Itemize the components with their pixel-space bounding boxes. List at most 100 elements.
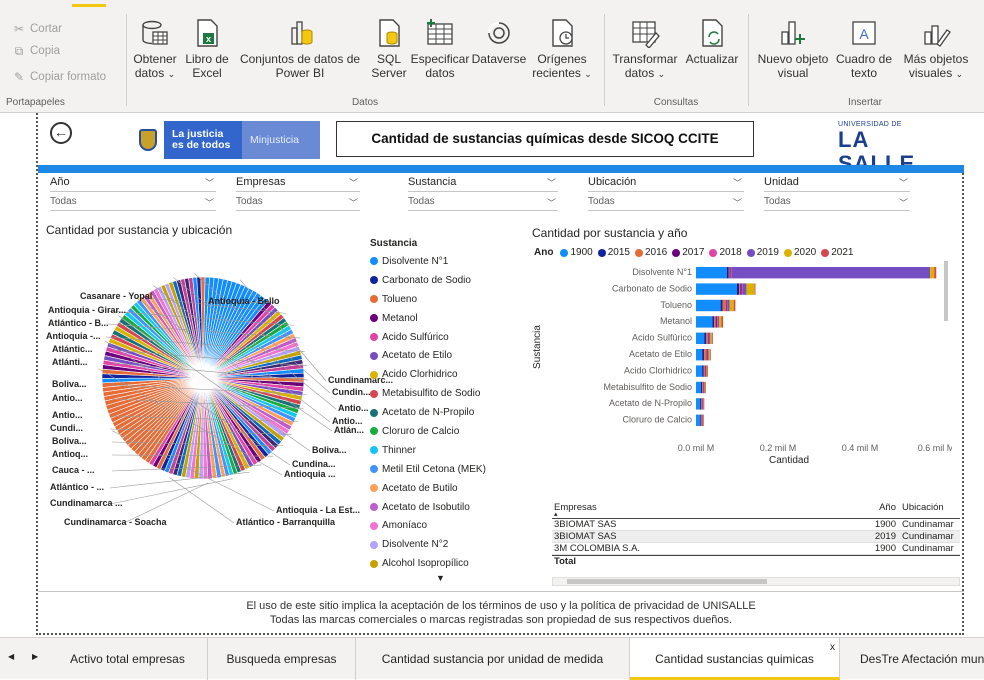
bar-segment[interactable] (709, 349, 711, 361)
bar-segment[interactable] (728, 267, 730, 279)
dataverse-button[interactable]: Dataverse (470, 18, 528, 66)
bar-segment[interactable] (720, 299, 723, 312)
bar-segment[interactable] (700, 414, 702, 426)
bar-segment[interactable] (729, 267, 731, 279)
page-tab-sustancia-unidad[interactable]: Cantidad sustancia por unidad de medida (356, 638, 630, 680)
slicer-location-dropdown[interactable]: Todas ﹀ (588, 196, 744, 211)
bar-chart[interactable]: Disolvente N°1 Carbonato de Sodio Tolueno M… (532, 261, 952, 471)
year-legend-item[interactable]: 2020 (783, 247, 816, 258)
refresh-button[interactable]: Actualizar (682, 18, 742, 66)
recent-sources-button[interactable]: Orígenes recientes ⌄ (530, 18, 594, 81)
bar-segment[interactable] (706, 365, 708, 377)
legend-item[interactable]: Disolvente N°2 (370, 535, 510, 554)
bar-segment[interactable] (715, 316, 717, 328)
bar-segment[interactable] (934, 267, 937, 279)
legend-item[interactable]: Acetato de Butilo (370, 479, 510, 498)
powerbi-datasets-button[interactable]: Conjuntos de datos de Power BI (232, 18, 368, 80)
transform-data-button[interactable]: Transformar datos ⌄ (610, 18, 680, 81)
bar-segment[interactable] (704, 349, 707, 361)
bar-segment[interactable] (737, 283, 740, 295)
bar-segment[interactable] (700, 398, 702, 410)
prev-page-icon[interactable]: ◀ (8, 652, 14, 661)
legend-item[interactable]: Amoníaco (370, 516, 510, 535)
bar-segment[interactable] (704, 381, 706, 394)
slicer-year[interactable]: Año ﹀ Todas ﹀ (50, 176, 216, 214)
bar-segment[interactable] (702, 365, 704, 377)
bar-segment[interactable] (696, 316, 713, 328)
next-page-icon[interactable]: ▶ (32, 652, 38, 661)
year-legend-item[interactable]: 2017 (672, 247, 704, 258)
bar-segment[interactable] (703, 365, 706, 377)
legend-item[interactable]: Thinner (370, 441, 510, 460)
legend-item[interactable]: Cloruro de Calcio (370, 422, 510, 441)
bar-segment[interactable] (718, 316, 722, 328)
bar-chart-scrollbar[interactable] (944, 261, 948, 321)
slicer-substance[interactable]: Sustancia ﹀ Todas ﹀ (408, 176, 558, 214)
bar-segment[interactable] (708, 349, 710, 361)
bar-segment[interactable] (725, 299, 727, 312)
bar-segment[interactable] (706, 349, 708, 361)
bar-segment[interactable] (730, 267, 732, 279)
year-legend-item[interactable]: 2021 (821, 247, 853, 258)
page-tab-sustancias-quimicas[interactable]: Cantidad sustancias quimicas x (630, 638, 840, 680)
get-data-button[interactable]: Obtener datos ⌄ (128, 18, 182, 81)
bar-segment[interactable] (696, 299, 721, 312)
bar-segment[interactable] (696, 267, 727, 279)
bar-segment[interactable] (696, 365, 703, 377)
table-row[interactable]: 3M COLOMBIA S.A. 1900 Cundinamar (552, 543, 960, 555)
bar-segment[interactable] (717, 316, 719, 328)
slicer-location[interactable]: Ubicación ﹀ Todas ﹀ (588, 176, 744, 214)
bar-segment[interactable] (716, 316, 718, 328)
bar-segment[interactable] (721, 316, 724, 328)
legend-item[interactable]: Metil Etil Cetona (MEK) (370, 460, 510, 479)
more-visuals-button[interactable]: Más objetos visuales ⌄ (898, 18, 974, 81)
table-row[interactable]: 3BIOMAT SAS 2019 Cundinamar (552, 531, 960, 543)
col-header-year[interactable]: Año (874, 502, 896, 513)
bar-segment[interactable] (700, 414, 701, 426)
bar-segment[interactable] (754, 283, 756, 295)
bar-segment[interactable] (696, 381, 701, 394)
slicer-company[interactable]: Empresas ﹀ Todas ﹀ (236, 176, 360, 214)
legend-item[interactable]: Acido Sulfúrico (370, 328, 510, 347)
format-painter-button[interactable]: ✎ Copiar formato (12, 70, 106, 84)
year-legend-item[interactable]: 1900 (560, 247, 593, 258)
legend-item[interactable]: Disolvente N°1 (370, 252, 510, 271)
close-tab-icon[interactable]: x (830, 642, 835, 653)
bar-segment[interactable] (709, 332, 711, 344)
legend-item[interactable]: Acetato de Etilo (370, 346, 510, 365)
bar-segment[interactable] (707, 332, 709, 344)
slicer-year-dropdown[interactable]: Todas ﹀ (50, 196, 216, 211)
bar-segment[interactable] (702, 381, 703, 394)
bar-segment[interactable] (712, 316, 715, 328)
bar-segment[interactable] (704, 332, 707, 344)
bar-segment[interactable] (707, 349, 709, 361)
text-box-button[interactable]: A Cuadro de texto (832, 18, 896, 80)
bar-segment[interactable] (731, 267, 931, 279)
year-legend-item[interactable]: 2015 (597, 247, 630, 258)
bar-segment[interactable] (696, 349, 703, 361)
bar-segment[interactable] (703, 414, 704, 426)
legend-item[interactable]: Tolueno (370, 290, 510, 309)
year-legend-item[interactable]: 2019 (746, 247, 779, 258)
bar-segment[interactable] (701, 398, 703, 410)
bar-segment[interactable] (741, 283, 743, 295)
legend-scroll-down-icon[interactable]: ▼ (436, 573, 445, 583)
slicer-unit-dropdown[interactable]: Todas ﹀ (764, 196, 910, 211)
col-header-companies[interactable]: Empresas (554, 502, 597, 513)
new-visual-button[interactable]: Nuevo objeto visual (756, 18, 830, 80)
bar-segment[interactable] (739, 283, 741, 295)
legend-item[interactable]: Metanol (370, 309, 510, 328)
copy-button[interactable]: ⧉ Copia (12, 44, 60, 58)
legend-item[interactable]: Acido Clorhidrico (370, 365, 510, 384)
bar-segment[interactable] (696, 414, 701, 426)
bar-segment[interactable] (703, 381, 705, 394)
bar-segment[interactable] (696, 332, 705, 344)
legend-item[interactable]: Metabisulfito de Sodio (370, 384, 510, 403)
col-header-location[interactable]: Ubicación (902, 502, 954, 513)
sql-server-button[interactable]: SQL Server (368, 18, 410, 80)
excel-workbook-button[interactable]: x Libro de Excel (184, 18, 230, 80)
enter-data-button[interactable]: Especificar datos (410, 18, 470, 80)
bar-segment[interactable] (740, 283, 742, 295)
bar-segment[interactable] (703, 398, 705, 410)
page-tab-busqueda[interactable]: Busqueda empresas (208, 638, 356, 680)
